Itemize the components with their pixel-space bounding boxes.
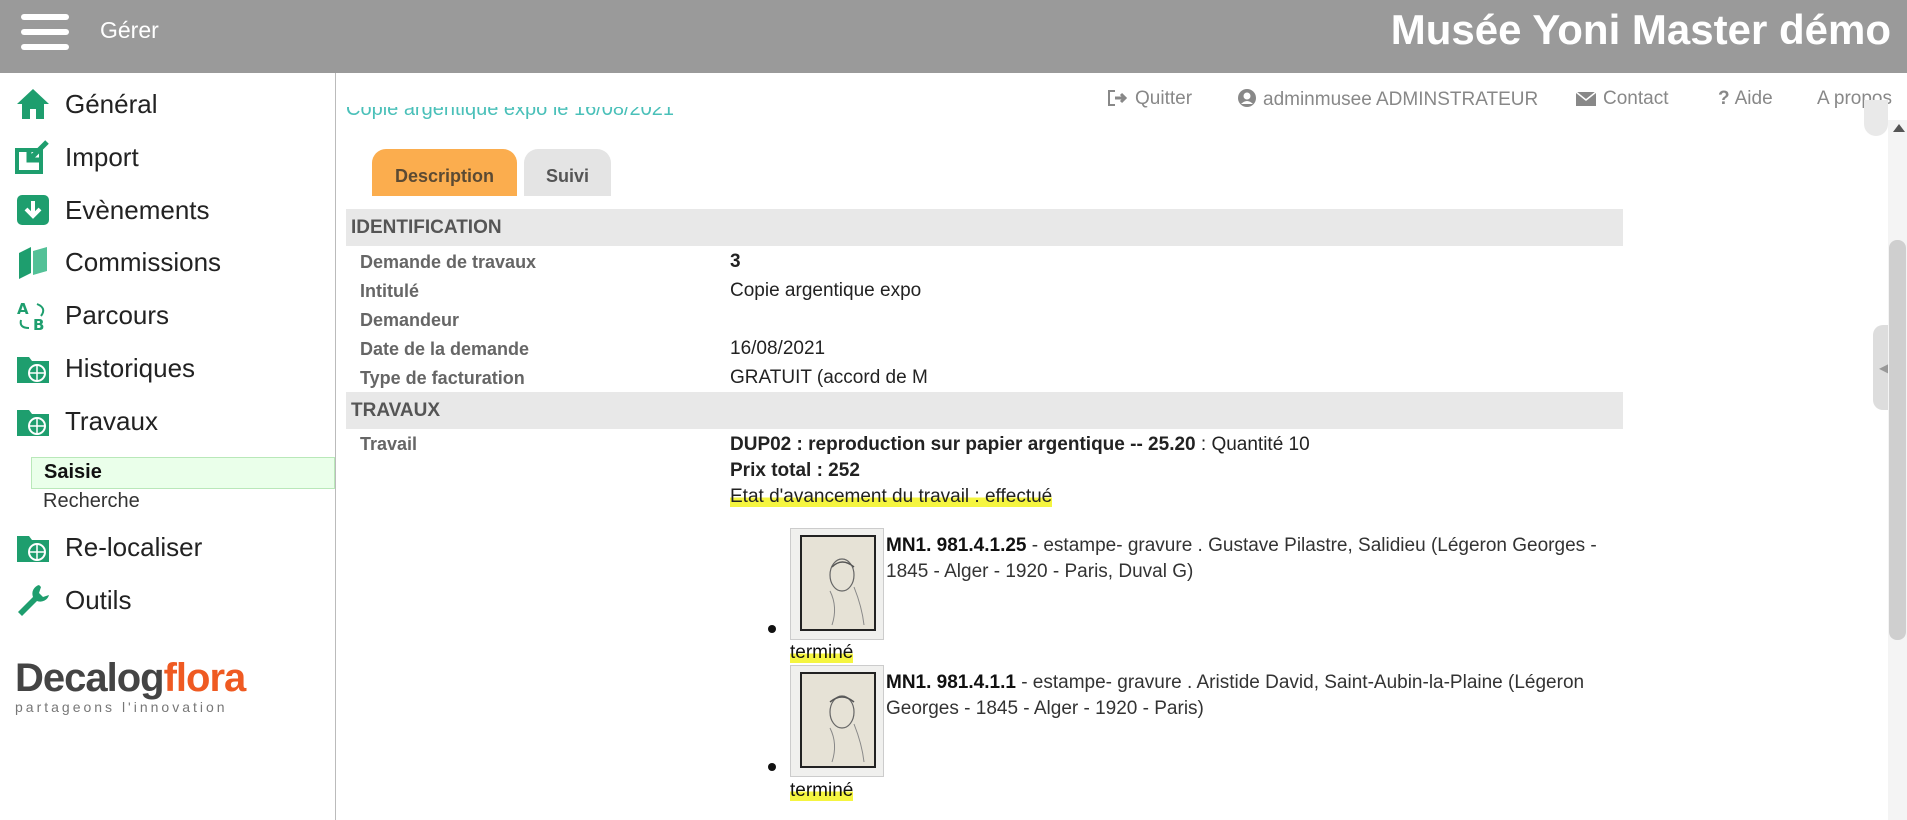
field-value: GRATUIT (accord de M [730,367,928,388]
sidebar: Général Import Evènements Commissions AB… [0,73,336,820]
envelope-icon [1575,91,1597,106]
folder-globe-icon [17,410,49,436]
object-status: terminé [790,642,854,664]
hamburger-menu-icon[interactable] [21,14,69,50]
sidebar-item-import[interactable]: Import [15,136,325,178]
object-thumbnail[interactable] [790,528,884,640]
status-text: terminé [790,780,854,801]
books-icon [19,247,47,279]
top-bar: Gérer Musée Yoni Master démo [0,0,1907,73]
contact-link[interactable]: Contact [1575,88,1668,110]
sidebar-item-evenements[interactable]: Evènements [15,189,325,231]
logo-tagline: partageons l'innovation [15,699,228,715]
section-identification: IDENTIFICATION [346,209,1623,246]
scroll-up-arrow-icon[interactable] [1893,124,1905,132]
home-icon [17,89,49,119]
sidebar-item-label: Re-localiser [65,532,203,562]
sidebar-item-label: Outils [65,585,132,615]
help-link[interactable]: ? Aide [1718,88,1773,110]
sidebar-item-outils[interactable]: Outils [15,579,325,621]
field-value: Copie argentique expo [730,280,922,301]
field-label: Demandeur [360,310,460,330]
object-inventory[interactable]: MN1. 981.4.1.25 [886,535,1026,556]
sidebar-item-re-localiser[interactable]: Re-localiser [15,526,325,568]
status-text: terminé [790,642,854,663]
travail-quantity: : Quantité 10 [1195,434,1310,455]
tab-description[interactable]: Description [372,149,517,196]
field-label: Intitulé [360,281,419,301]
sidebar-subitem-saisie[interactable]: Saisie [31,457,335,489]
folder-globe-icon [17,357,49,383]
breadcrumb-text: Copie argentique expo le 16/08/2021 [346,107,675,120]
travail-line: DUP02 : reproduction sur papier argentiq… [730,434,1310,456]
sidebar-item-label: Travaux [65,406,158,436]
download-box-icon [17,195,49,225]
object-thumbnail[interactable] [790,665,884,777]
travail-progress-text: Etat d'avancement du travail : effectué [730,486,1053,507]
field-label: Demande de travaux [360,252,537,272]
field-label: Type de facturation [360,368,525,388]
sidebar-item-label: Commissions [65,247,222,277]
travail-code: DUP02 : reproduction sur papier argentiq… [730,434,1196,455]
import-icon [15,140,49,174]
field-value: 16/08/2021 [730,338,826,359]
user-link[interactable]: adminmusee ADMINSTRATEUR [1237,88,1538,111]
menu-label[interactable]: Gérer [100,17,159,44]
corner-tab[interactable] [1864,100,1888,136]
sidebar-item-travaux[interactable]: Travaux [15,400,325,442]
quit-link[interactable]: Quitter [1107,88,1192,110]
sidebar-item-commissions[interactable]: Commissions [15,241,325,283]
list-bullet [768,763,776,771]
sidebar-subitem-recherche[interactable]: Recherche [31,487,333,517]
sidebar-subitem-label: Recherche [43,490,140,512]
object-status: terminé [790,780,854,802]
sidebar-item-label: Evènements [65,195,210,225]
field-value: 3 [730,251,741,272]
svg-text:B: B [33,316,44,332]
logo-part1: Decalog [15,656,165,700]
sidebar-item-historiques[interactable]: Historiques [15,347,325,389]
route-ab-icon: AB [17,300,44,332]
sidebar-item-general[interactable]: Général [15,83,325,125]
user-label: adminmusee ADMINSTRATEUR [1263,89,1539,110]
question-mark-icon: ? [1718,88,1730,109]
quit-label: Quitter [1135,88,1193,109]
logo-part2: flora [163,656,247,700]
breadcrumb[interactable]: Copie argentique expo le 16/08/2021 [346,107,674,127]
travail-progress: Etat d'avancement du travail : effectué [730,486,1053,508]
sidebar-item-label: Import [65,142,139,172]
help-label: Aide [1734,88,1773,109]
sidebar-item-parcours[interactable]: AB Parcours [15,294,325,336]
tab-suivi[interactable]: Suivi [524,149,611,196]
section-travaux: TRAVAUX [346,392,1623,429]
section-title: IDENTIFICATION [351,217,502,238]
portrait-sketch-image [829,558,865,626]
list-bullet [768,625,776,633]
sidebar-subitem-label: Saisie [44,461,102,483]
svg-text:A: A [17,300,29,318]
scrollbar-thumb[interactable] [1889,240,1906,640]
object-description: MN1. 981.4.1.1 - estampe- gravure . Aris… [886,670,1616,722]
field-label: Travail [360,434,418,454]
object-inventory[interactable]: MN1. 981.4.1.1 [886,672,1016,693]
section-title: TRAVAUX [351,400,441,421]
object-description: MN1. 981.4.1.25 - estampe- gravure . Gus… [886,533,1616,585]
chevron-left-icon: ◀ [1879,361,1889,375]
sidebar-item-label: Historiques [65,353,196,383]
user-circle-icon [1238,89,1256,107]
sidebar-item-label: Parcours [65,300,170,330]
folder-globe-icon [17,536,49,562]
sidebar-item-label: Général [65,89,158,119]
app-title: Musée Yoni Master démo [1390,6,1891,53]
contact-label: Contact [1603,88,1669,109]
sign-out-icon [1108,90,1128,106]
portrait-sketch-image [829,695,865,763]
field-label: Date de la demande [360,339,530,359]
wrench-icon [18,585,49,616]
decalog-flora-logo: Decalogflora partageons l'innovation [15,656,247,715]
travail-total: Prix total : 252 [730,460,860,481]
